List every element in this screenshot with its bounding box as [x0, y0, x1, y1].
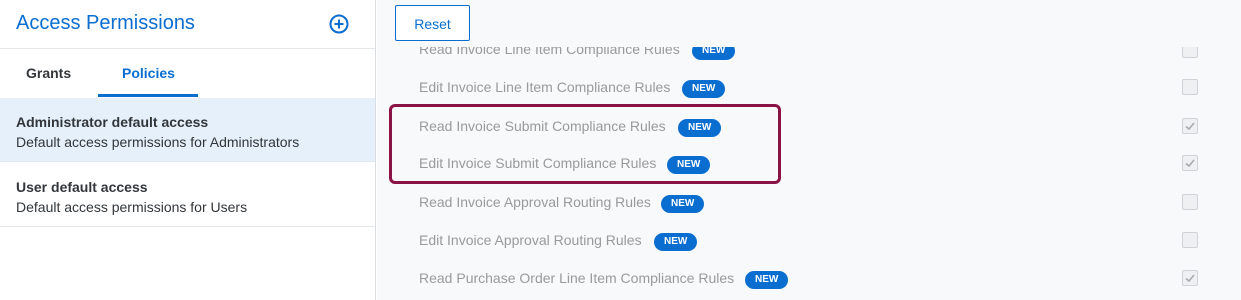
tab-policies[interactable]: Policies: [122, 65, 175, 81]
permission-row: Read Invoice Submit Compliance Rules NEW: [377, 108, 1241, 146]
new-badge: NEW: [678, 119, 722, 137]
new-badge: NEW: [682, 80, 726, 98]
policy-title: User default access: [16, 179, 148, 195]
new-badge: NEW: [667, 156, 711, 174]
policy-description: Default access permissions for Users: [16, 199, 248, 215]
permission-row: Edit Invoice Approval Routing Rules NEW: [377, 222, 1241, 260]
permission-list: Read Invoice Line Item Compliance Rules …: [377, 47, 1241, 300]
permission-label: Read Invoice Line Item Compliance Rules: [419, 47, 680, 57]
check-icon: [1185, 122, 1195, 131]
tab-bar: Grants Policies: [0, 49, 375, 99]
permission-label: Read Invoice Approval Routing Rules: [419, 194, 651, 210]
permission-label: Read Invoice Submit Compliance Rules: [419, 118, 666, 134]
permission-label: Read Purchase Order Line Item Compliance…: [419, 270, 735, 286]
permission-checkbox[interactable]: [1182, 194, 1198, 210]
permission-checkbox[interactable]: [1182, 232, 1198, 248]
permission-row: Edit Invoice Submit Compliance Rules NEW: [377, 145, 1241, 183]
check-icon: [1185, 274, 1195, 283]
permission-label: Edit Invoice Line Item Compliance Rules: [419, 79, 671, 95]
tab-grants[interactable]: Grants: [26, 65, 71, 81]
left-panel: Access Permissions Grants Policies Admin…: [0, 0, 376, 300]
right-panel: Read Invoice Line Item Compliance Rules …: [377, 0, 1241, 300]
permission-label: Edit Invoice Approval Routing Rules: [419, 232, 642, 248]
permission-checkbox[interactable]: [1182, 155, 1198, 171]
permission-row: Read Purchase Order Line Item Compliance…: [377, 260, 1241, 298]
permission-label: Edit Invoice Submit Compliance Rules: [419, 155, 657, 171]
active-tab-indicator: [98, 94, 198, 97]
new-badge: NEW: [661, 195, 705, 213]
policy-item-user[interactable]: User default access Default access permi…: [0, 163, 375, 227]
permission-row: Read Invoice Line Item Compliance Rules …: [377, 47, 1241, 69]
new-badge: NEW: [745, 271, 789, 289]
permission-checkbox[interactable]: [1182, 47, 1198, 58]
permission-row: Read Invoice Approval Routing Rules NEW: [377, 184, 1241, 222]
page-title: Access Permissions: [16, 12, 195, 34]
reset-button[interactable]: Reset: [395, 5, 470, 41]
new-badge: NEW: [654, 233, 698, 251]
permission-checkbox[interactable]: [1182, 118, 1198, 134]
add-button[interactable]: [329, 14, 349, 34]
permission-row: Edit Invoice Line Item Compliance Rules …: [377, 69, 1241, 107]
new-badge: NEW: [692, 47, 736, 60]
permission-checkbox[interactable]: [1182, 79, 1198, 95]
policy-title: Administrator default access: [16, 114, 209, 130]
policy-description: Default access permissions for Administr…: [16, 134, 300, 150]
check-icon: [1185, 159, 1195, 168]
toolbar: Reset: [377, 0, 1241, 47]
left-header: Access Permissions: [0, 0, 375, 49]
add-circle-icon: [329, 14, 349, 34]
policy-item-administrator[interactable]: Administrator default access Default acc…: [0, 98, 375, 162]
permission-checkbox[interactable]: [1182, 270, 1198, 286]
